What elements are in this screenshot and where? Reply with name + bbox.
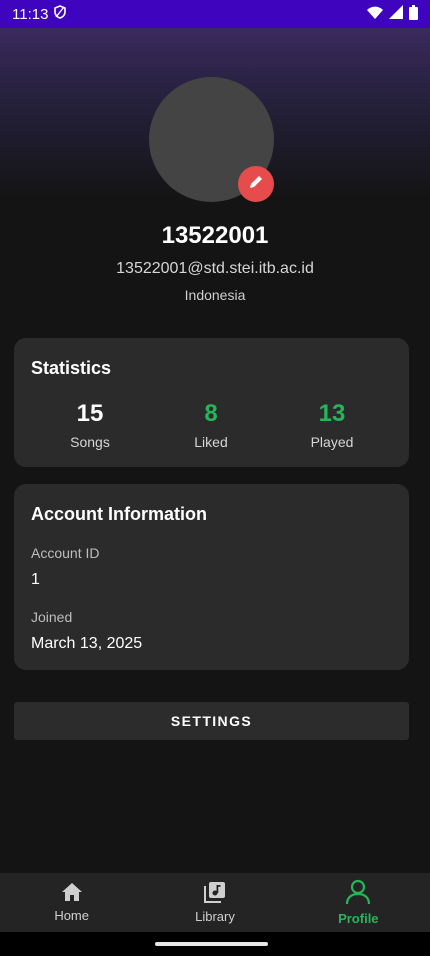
- vpn-shield-icon: [54, 5, 67, 23]
- stat-value: 8: [204, 400, 218, 427]
- account-id-value: 1: [31, 571, 40, 588]
- settings-button[interactable]: SETTINGS: [14, 702, 409, 740]
- account-id-label: Account ID: [31, 545, 100, 561]
- account-information-card: Account Information Account ID 1 Joined …: [14, 484, 409, 670]
- profile-icon: [345, 879, 371, 908]
- nav-item-label: Home: [54, 908, 89, 923]
- statistics-card: Statistics 15 Songs 8 Liked 13 Played: [14, 338, 409, 467]
- joined-label: Joined: [31, 609, 73, 625]
- stat-value: 15: [76, 400, 104, 427]
- stat-played: 13 Played: [272, 400, 392, 450]
- library-icon: [203, 881, 226, 906]
- wifi-icon: [367, 6, 383, 23]
- statistics-title: Statistics: [31, 358, 112, 378]
- stat-label: Played: [310, 434, 354, 450]
- nav-item-label: Library: [195, 909, 235, 924]
- stat-value: 13: [318, 400, 346, 427]
- profile-country: Indonesia: [184, 287, 246, 303]
- status-time: 11:13: [12, 5, 49, 23]
- signal-icon: [389, 5, 403, 23]
- joined-value: March 13, 2025: [31, 635, 143, 652]
- bottom-navigation: Home Library Profile: [0, 873, 430, 932]
- stat-liked: 8 Liked: [151, 400, 271, 450]
- pencil-icon: [247, 173, 265, 196]
- battery-icon: [409, 4, 418, 24]
- edit-photo-button[interactable]: [238, 166, 274, 202]
- stat-label: Songs: [70, 434, 110, 450]
- nav-item-home[interactable]: Home: [0, 873, 143, 932]
- nav-item-label: Profile: [338, 911, 379, 926]
- account-information-title: Account Information: [31, 504, 207, 524]
- profile-username: 13522001: [161, 222, 269, 249]
- nav-item-library[interactable]: Library: [143, 873, 286, 932]
- gesture-handle[interactable]: [155, 942, 268, 946]
- stat-label: Liked: [194, 434, 228, 450]
- stat-songs: 15 Songs: [30, 400, 150, 450]
- home-icon: [61, 882, 83, 905]
- nav-item-profile[interactable]: Profile: [287, 873, 430, 932]
- profile-email: 13522001@std.stei.itb.ac.id: [116, 260, 314, 277]
- status-bar: 11:13: [0, 0, 430, 28]
